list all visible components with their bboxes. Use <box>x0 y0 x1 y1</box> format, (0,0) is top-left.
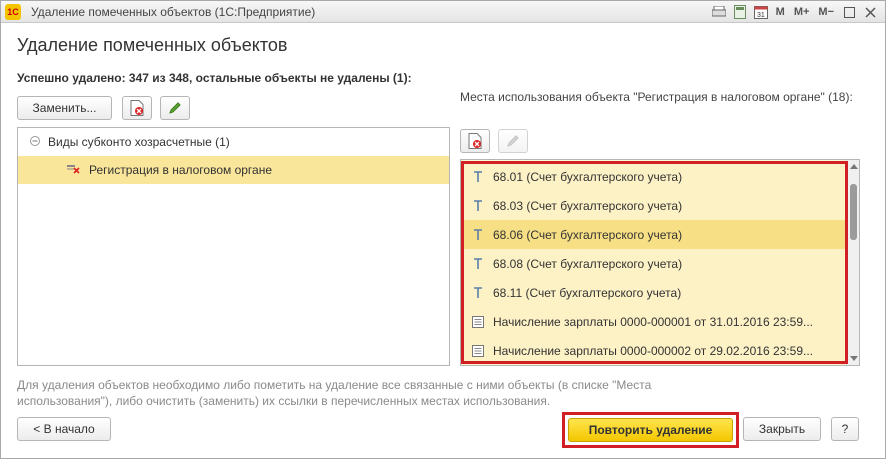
pencil-icon <box>168 101 182 115</box>
help-button[interactable]: ? <box>831 417 859 441</box>
edit-button[interactable] <box>160 96 190 120</box>
list-item-label: 68.01 (Счет бухгалтерского учета) <box>493 169 683 184</box>
list-item-label: 68.06 (Счет бухгалтерского учета) <box>493 227 683 242</box>
memory-m-button[interactable]: M <box>773 3 788 21</box>
tree-item-label: Регистрация в налоговом органе <box>89 163 273 177</box>
hint-text: Для удаления объектов необходимо либо по… <box>17 378 652 408</box>
close-button[interactable]: Закрыть <box>743 417 821 441</box>
usage-places-list[interactable]: 68.01 (Счет бухгалтерского учета) 68.03 … <box>460 159 860 366</box>
app-window: 1С Удаление помеченных объектов (1С:Пред… <box>0 0 886 459</box>
window-title: Удаление помеченных объектов (1С:Предпри… <box>31 5 316 19</box>
document-icon <box>471 315 485 328</box>
collapse-icon[interactable] <box>30 135 40 149</box>
account-icon <box>471 199 485 212</box>
list-item-label: 68.03 (Счет бухгалтерского учета) <box>493 198 683 213</box>
edit-usage-button[interactable] <box>498 129 528 153</box>
list-item-label: Начисление зарплаты 0000-000001 от 31.01… <box>493 314 813 329</box>
list-item[interactable]: Начисление зарплаты 0000-000001 от 31.01… <box>461 307 847 336</box>
svg-text:31: 31 <box>757 12 765 19</box>
pencil-icon <box>506 134 520 148</box>
account-icon <box>471 228 485 241</box>
close-icon[interactable] <box>861 3 879 21</box>
replace-button[interactable]: Заменить... <box>17 96 112 120</box>
list-item-selected[interactable]: 68.06 (Счет бухгалтерского учета) <box>461 220 847 249</box>
delete-mark-icon <box>130 100 144 116</box>
list-item[interactable]: Начисление зарплаты 0000-000002 от 29.02… <box>461 336 847 365</box>
list-item[interactable]: 68.01 (Счет бухгалтерского учета) <box>461 162 847 191</box>
title-bar: 1С Удаление помеченных объектов (1С:Пред… <box>1 1 885 23</box>
usage-places-header: Места использования объекта "Регистрация… <box>460 90 853 104</box>
mark-delete-button[interactable] <box>122 96 152 120</box>
maximize-icon[interactable] <box>840 3 858 21</box>
undeleted-objects-tree[interactable]: Виды субконто хозрасчетные (1) Регистрац… <box>17 127 450 366</box>
app-logo-icon: 1С <box>5 4 21 20</box>
delete-mark-icon <box>468 133 482 149</box>
tree-group-row[interactable]: Виды субконто хозрасчетные (1) <box>18 128 449 156</box>
tree-group-label: Виды субконто хозрасчетные (1) <box>48 135 230 149</box>
repeat-delete-button[interactable]: Повторить удаление <box>568 418 733 442</box>
titlebar-toolbar: 31 M M+ M− <box>710 3 879 21</box>
calendar-icon[interactable]: 31 <box>752 3 770 21</box>
tree-item-row[interactable]: Регистрация в налоговом органе <box>18 156 449 184</box>
scroll-down-icon[interactable] <box>850 356 858 361</box>
list-item-label: Начисление зарплаты 0000-000002 от 29.02… <box>493 343 813 358</box>
list-scrollbar[interactable] <box>846 160 859 365</box>
scroll-up-icon[interactable] <box>850 164 858 169</box>
memory-plus-button[interactable]: M+ <box>791 3 813 21</box>
list-item-label: 68.11 (Счет бухгалтерского учета) <box>493 285 682 300</box>
list-item-label: 68.08 (Счет бухгалтерского учета) <box>493 256 683 271</box>
scroll-thumb[interactable] <box>850 184 857 240</box>
list-item[interactable]: 68.03 (Счет бухгалтерского учета) <box>461 191 847 220</box>
deleted-item-icon <box>67 163 81 177</box>
account-icon <box>471 257 485 270</box>
account-icon <box>471 286 485 299</box>
print-icon[interactable] <box>710 3 728 21</box>
memory-minus-button[interactable]: M− <box>815 3 837 21</box>
list-item[interactable]: 68.11 (Счет бухгалтерского учета) <box>461 278 847 307</box>
status-message: Успешно удалено: 347 из 348, остальные о… <box>17 71 412 85</box>
document-icon <box>471 344 485 357</box>
page-title: Удаление помеченных объектов <box>17 35 288 55</box>
list-item[interactable]: 68.08 (Счет бухгалтерского учета) <box>461 249 847 278</box>
back-to-start-button[interactable]: < В начало <box>17 417 111 441</box>
account-icon <box>471 170 485 183</box>
mark-usage-delete-button[interactable] <box>460 129 490 153</box>
calculator-icon[interactable] <box>731 3 749 21</box>
